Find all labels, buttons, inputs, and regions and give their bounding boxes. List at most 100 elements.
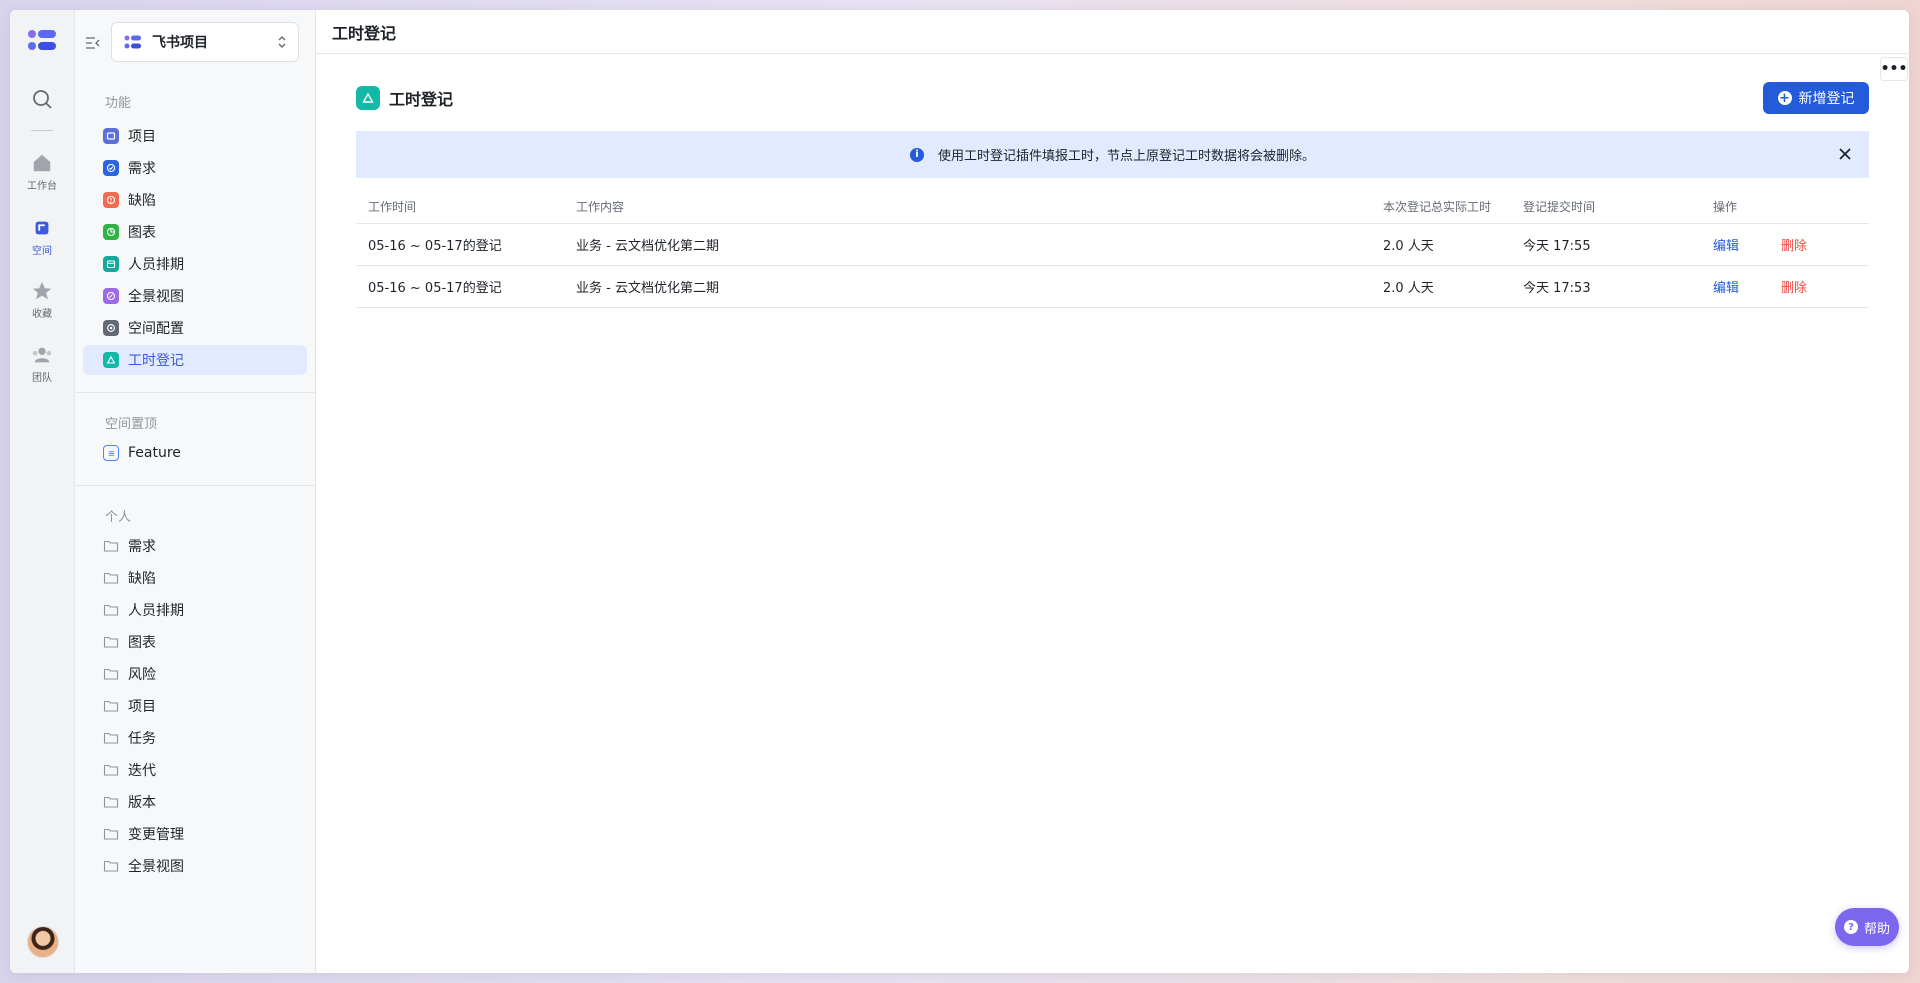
list-icon: [103, 445, 119, 461]
sidebar-item-label: 项目: [128, 699, 156, 715]
sidebar-item-label: Feature: [128, 445, 181, 461]
sidebar-personal-item[interactable]: 版本: [83, 787, 307, 817]
folder-icon: [103, 604, 119, 616]
folder-icon: [103, 860, 119, 872]
sidebar-item-label: 工时登记: [128, 353, 184, 369]
rail-item-workbench[interactable]: 工作台: [10, 152, 74, 192]
sidebar-item-label: 缺陷: [128, 193, 156, 209]
defect-icon: [103, 192, 119, 208]
cell-actions: 编辑 删除: [1713, 277, 1869, 296]
app-logo-icon[interactable]: [26, 26, 58, 54]
sidebar-divider: [75, 485, 315, 486]
sidebar-personal-item[interactable]: 风险: [83, 659, 307, 689]
table-row: 05-16 ~ 05-17的登记 业务 - 云文档优化第二期 2.0 人天 今天…: [356, 266, 1869, 308]
sidebar-item-label: 空间配置: [128, 321, 184, 337]
rail-item-label: 工作台: [27, 181, 57, 192]
sidebar-item-defect[interactable]: 缺陷: [83, 185, 307, 215]
panorama-icon: [103, 288, 119, 304]
delete-link[interactable]: 删除: [1781, 277, 1807, 296]
project-selector[interactable]: 飞书项目: [111, 22, 299, 62]
sidebar-personal-item[interactable]: 变更管理: [83, 819, 307, 849]
cell-work-content: 业务 - 云文档优化第二期: [576, 281, 719, 296]
rail-item-team[interactable]: 团队: [10, 344, 74, 384]
main-header: 工时登记: [316, 10, 1909, 54]
rail-item-label: 收藏: [32, 309, 52, 320]
settings-icon: [103, 320, 119, 336]
section-title-pinned: 空间置顶: [105, 417, 158, 432]
sidebar-item-label: 图表: [128, 635, 156, 651]
sidebar: 飞书项目 功能 项目 需求 缺陷 图表 人员排期 全景视图 空间配置 工时登记 …: [75, 10, 316, 973]
page-title: 工时登记: [389, 90, 454, 109]
collapse-sidebar-icon[interactable]: [85, 35, 101, 51]
close-icon[interactable]: [1837, 146, 1853, 162]
sidebar-item-label: 项目: [128, 129, 156, 145]
sidebar-item-timesheet[interactable]: 工时登记: [83, 345, 307, 375]
info-banner: i 使用工时登记插件填报工时，节点上原登记工时数据将会被删除。: [356, 131, 1869, 178]
icon-rail: 工作台 空间 收藏 团队: [10, 10, 75, 973]
sidebar-item-label: 版本: [128, 795, 156, 811]
sidebar-personal-item[interactable]: 人员排期: [83, 595, 307, 625]
edit-link[interactable]: 编辑: [1713, 277, 1781, 296]
sidebar-item-panorama[interactable]: 全景视图: [83, 281, 307, 311]
sidebar-item-chart[interactable]: 图表: [83, 217, 307, 247]
table-header: 工作时间 工作内容 本次登记总实际工时 登记提交时间 操作: [356, 190, 1869, 224]
project-icon: [103, 128, 119, 144]
sidebar-personal-item[interactable]: 需求: [83, 531, 307, 561]
sidebar-personal-item[interactable]: 项目: [83, 691, 307, 721]
column-header: 登记提交时间: [1523, 200, 1596, 214]
help-button[interactable]: ? 帮助: [1835, 908, 1899, 946]
cell-actions: 编辑 删除: [1713, 235, 1869, 254]
table-row: 05-16 ~ 05-17的登记 业务 - 云文档优化第二期 2.0 人天 今天…: [356, 224, 1869, 266]
sidebar-personal-item[interactable]: 迭代: [83, 755, 307, 785]
app-window: 工作台 空间 收藏 团队 飞书项目 功能 项目 需求 缺陷 图表 人员排期 全景…: [10, 10, 1909, 973]
sidebar-personal-item[interactable]: 缺陷: [83, 563, 307, 593]
add-registration-button[interactable]: + 新增登记: [1763, 82, 1869, 114]
delete-link[interactable]: 删除: [1781, 235, 1807, 254]
sidebar-personal-item[interactable]: 图表: [83, 627, 307, 657]
sidebar-item-feature[interactable]: Feature: [83, 438, 307, 468]
sidebar-item-requirement[interactable]: 需求: [83, 153, 307, 183]
banner-text: 使用工时登记插件填报工时，节点上原登记工时数据将会被删除。: [937, 149, 1315, 164]
cell-work-time: 05-16 ~ 05-17的登记: [368, 281, 502, 296]
cell-submitted: 今天 17:53: [1523, 281, 1591, 296]
sidebar-item-project[interactable]: 项目: [83, 121, 307, 151]
sidebar-divider: [75, 392, 315, 393]
edit-link[interactable]: 编辑: [1713, 235, 1781, 254]
sidebar-personal-item[interactable]: 任务: [83, 723, 307, 753]
sidebar-item-label: 全景视图: [128, 859, 184, 875]
column-header: 操作: [1713, 200, 1738, 214]
timesheet-icon: [103, 352, 119, 368]
column-header: 工作内容: [576, 200, 625, 214]
add-button-label: 新增登记: [1798, 91, 1855, 107]
plus-icon: +: [1777, 90, 1792, 106]
folder-icon: [103, 668, 119, 680]
more-options-button[interactable]: •••: [1880, 57, 1908, 81]
home-icon: [33, 154, 51, 172]
cell-work-time: 05-16 ~ 05-17的登记: [368, 239, 502, 254]
sidebar-personal-item[interactable]: 全景视图: [83, 851, 307, 881]
section-title-features: 功能: [105, 96, 132, 111]
sidebar-item-label: 变更管理: [128, 827, 184, 843]
search-icon[interactable]: [30, 87, 54, 111]
sidebar-item-label: 全景视图: [128, 289, 184, 305]
rail-item-favorites[interactable]: 收藏: [10, 280, 74, 320]
sidebar-item-label: 图表: [128, 225, 156, 241]
folder-icon: [103, 828, 119, 840]
header-title: 工时登记: [332, 23, 397, 43]
project-logo-icon: [124, 35, 141, 49]
help-icon: ?: [1843, 920, 1858, 934]
avatar[interactable]: [27, 926, 59, 958]
team-icon: [32, 347, 52, 363]
sidebar-item-scheduling[interactable]: 人员排期: [83, 249, 307, 279]
rail-item-label: 团队: [32, 373, 52, 384]
rail-divider: [31, 130, 53, 131]
chevron-updown-icon: [278, 36, 286, 48]
sidebar-item-label: 人员排期: [128, 603, 184, 619]
rail-item-space[interactable]: 空间: [10, 217, 74, 257]
cell-hours: 2.0 人天: [1383, 239, 1434, 254]
column-header: 工作时间: [368, 200, 417, 214]
page-title-row: 工时登记: [356, 86, 453, 110]
help-label: 帮助: [1863, 921, 1890, 937]
sidebar-item-label: 人员排期: [128, 257, 184, 273]
sidebar-item-space-settings[interactable]: 空间配置: [83, 313, 307, 343]
